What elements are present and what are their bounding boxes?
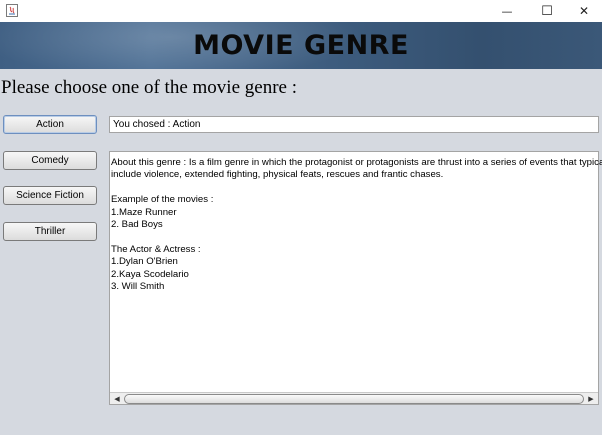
details-line: 1.Dylan O'Brien [111,256,178,268]
prompt-label: Please choose one of the movie genre : [1,77,297,98]
java-app-icon [6,4,18,17]
science-fiction-button[interactable]: Science Fiction [3,186,97,205]
app-window: — ☐ ✕ MOVIE GENRE Please choose one of t… [0,0,602,435]
minimize-button[interactable]: — [489,0,525,22]
maximize-icon: ☐ [541,3,553,19]
thriller-button[interactable]: Thriller [3,222,97,241]
minimize-icon: — [501,4,513,18]
close-button[interactable]: ✕ [566,0,602,22]
title-bar: — ☐ ✕ [0,0,602,22]
details-line [111,231,597,243]
chosen-genre-field[interactable]: You chosed : Action [109,116,599,133]
horizontal-scrollbar[interactable]: ◀ ▶ [110,392,598,404]
details-line [111,182,597,194]
details-line: 1.Maze Runner [111,206,177,218]
details-line: include violence, extended fighting, phy… [111,169,444,181]
details-line: 2. Bad Boys [111,218,163,230]
details-line: 3. Will Smith [111,280,165,292]
comedy-button[interactable]: Comedy [3,151,97,170]
banner-title: MOVIE GENRE [193,30,409,61]
details-line: Example of the movies : [111,194,214,206]
scroll-right-arrow-icon[interactable]: ▶ [585,393,597,404]
header-banner: MOVIE GENRE [0,22,602,69]
scroll-left-arrow-icon[interactable]: ◀ [111,393,123,404]
scroll-thumb[interactable] [124,394,584,404]
genre-details-textarea[interactable]: About this genre : Is a film genre in wh… [109,151,602,405]
details-line: The Actor & Actress : [111,243,201,255]
details-line: About this genre : Is a film genre in wh… [111,157,602,168]
close-icon: ✕ [578,4,590,18]
genre-details-text: About this genre : Is a film genre in wh… [111,157,602,293]
action-button[interactable]: Action [3,115,97,134]
maximize-button[interactable]: ☐ [529,0,565,22]
details-line: 2.Kaya Scodelario [111,268,189,280]
